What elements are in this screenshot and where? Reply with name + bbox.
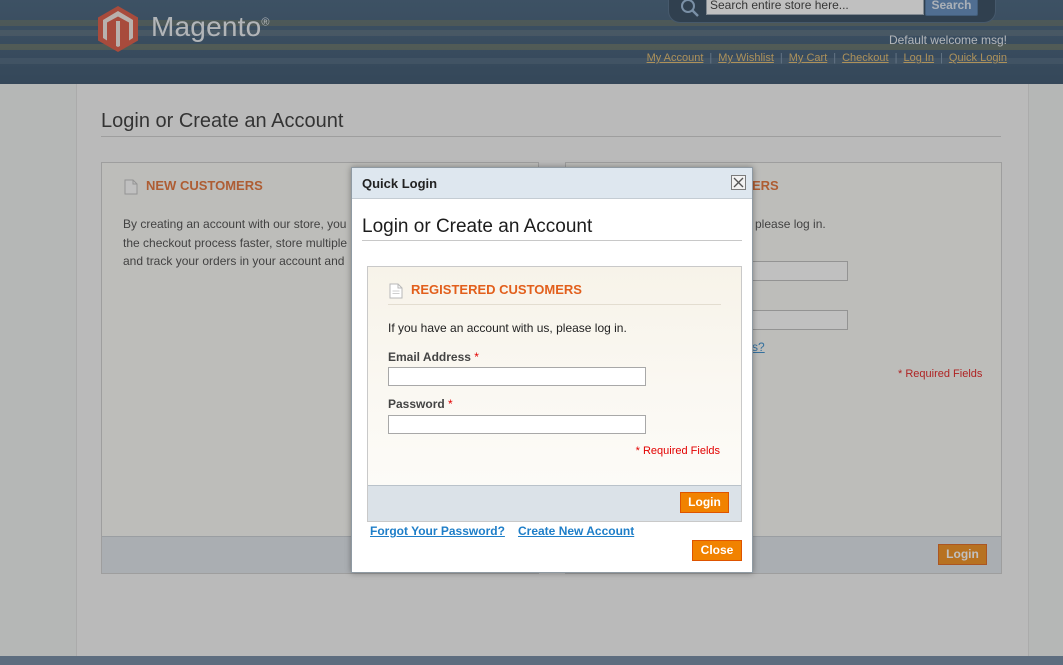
panel-footer: Login <box>368 485 741 521</box>
modal-title-divider <box>362 240 742 241</box>
email-field[interactable] <box>388 367 646 386</box>
password-field[interactable] <box>388 415 646 434</box>
close-button[interactable]: Close <box>692 540 742 561</box>
login-button[interactable]: Login <box>680 492 729 513</box>
close-icon[interactable] <box>731 175 746 190</box>
quick-login-modal: Quick Login Login or Create an Account R… <box>351 167 753 573</box>
registered-intro: If you have an account with us, please l… <box>388 321 627 335</box>
password-label: Password * <box>388 397 453 411</box>
heading-divider <box>388 304 721 305</box>
create-account-link[interactable]: Create New Account <box>518 524 634 538</box>
registered-customers-panel: REGISTERED CUSTOMERS If you have an acco… <box>367 266 742 522</box>
registered-customers-heading: REGISTERED CUSTOMERS <box>411 282 582 297</box>
modal-page-title: Login or Create an Account <box>362 216 593 237</box>
document-icon <box>389 283 403 299</box>
email-label: Email Address * <box>388 350 479 364</box>
modal-header: Quick Login <box>352 168 752 199</box>
forgot-password-link[interactable]: Forgot Your Password? <box>370 524 505 538</box>
required-fields-note: * Required Fields <box>635 445 720 457</box>
modal-title: Quick Login <box>362 176 438 191</box>
